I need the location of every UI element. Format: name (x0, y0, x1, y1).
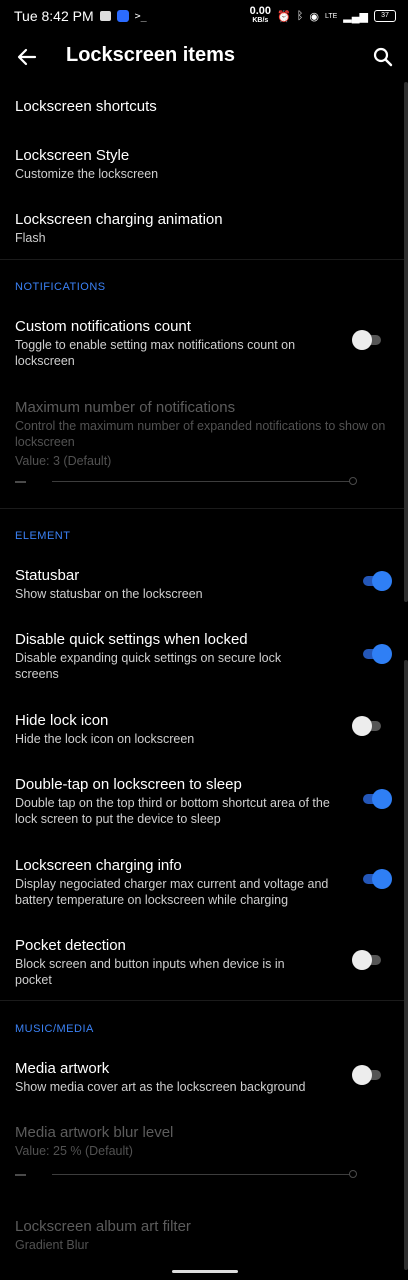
slider-thumb[interactable] (349, 477, 357, 485)
terminal-notification-icon: >_ (134, 10, 147, 22)
music-media-section-header: MUSIC/MEDIA (15, 1023, 94, 1035)
app-bar: Lockscreen items (0, 32, 408, 82)
max-notifications-item[interactable]: Maximum number of notifications Control … (15, 398, 393, 469)
app-notification-icon (116, 10, 129, 22)
pocket-detection-item[interactable]: Pocket detection Block screen and button… (15, 936, 315, 988)
section-divider (0, 1000, 408, 1001)
lockscreen-shortcuts-item[interactable]: Lockscreen shortcuts (15, 97, 380, 116)
toggle-thumb (372, 869, 392, 889)
item-title: Statusbar (15, 567, 80, 584)
section-divider (0, 508, 408, 509)
hide-lock-icon-toggle[interactable] (352, 716, 384, 736)
status-bar-left: Tue 8:42 PM >_ (14, 8, 147, 24)
album-art-filter-item[interactable]: Lockscreen album art filter Gradient Blu… (15, 1217, 380, 1253)
toggle-thumb (352, 716, 372, 736)
item-title: Lockscreen charging animation (15, 211, 223, 228)
slider-thumb[interactable] (349, 1170, 357, 1178)
charging-info-item[interactable]: Lockscreen charging info Display negocia… (15, 856, 333, 908)
item-subtitle: Customize the lockscreen (15, 167, 159, 181)
statusbar-item[interactable]: Statusbar Show statusbar on the lockscre… (15, 566, 325, 602)
item-title: Media artwork (15, 1060, 110, 1077)
item-title: Custom notifications count (15, 318, 191, 335)
arrow-left-icon (17, 48, 37, 66)
item-subtitle: Show statusbar on the lockscreen (15, 587, 203, 601)
toggle-thumb (352, 950, 372, 970)
pocket-detection-toggle[interactable] (352, 950, 384, 970)
double-tap-sleep-toggle[interactable] (360, 789, 392, 809)
hide-lock-icon-item[interactable]: Hide lock icon Hide the lock icon on loc… (15, 711, 325, 747)
network-type: LTE (324, 12, 338, 20)
item-title: Double-tap on lockscreen to sleep (15, 776, 242, 793)
toggle-thumb (372, 644, 392, 664)
custom-notifications-count-item[interactable]: Custom notifications count Toggle to ena… (15, 317, 325, 369)
item-title: Maximum number of notifications (15, 399, 236, 416)
slider-track (52, 1174, 350, 1175)
page-title: Lockscreen items (66, 44, 235, 66)
notifications-section-header: NOTIFICATIONS (15, 281, 106, 293)
toggle-thumb (352, 1065, 372, 1085)
item-title: Pocket detection (15, 937, 126, 954)
net-speed: 0.00 KB/s (249, 5, 272, 25)
item-subtitle: Toggle to enable setting max notificatio… (15, 338, 296, 368)
item-subtitle: Block screen and button inputs when devi… (15, 957, 285, 987)
item-subtitle: Gradient Blur (15, 1238, 89, 1252)
media-blur-level-item[interactable]: Media artwork blur level Value: 25 % (De… (15, 1123, 380, 1159)
charging-info-toggle[interactable] (360, 869, 392, 889)
bluetooth-icon: ᛒ (296, 10, 304, 22)
status-bar-right: 0.00 KB/s ⏰ ᛒ ◉ LTE ▂▄▆ 37 (249, 5, 396, 25)
section-divider (0, 259, 408, 260)
item-title: Disable quick settings when locked (15, 631, 248, 648)
item-title: Lockscreen charging info (15, 857, 182, 874)
item-subtitle: Display negociated charger max current a… (15, 877, 329, 907)
item-title: Media artwork blur level (15, 1124, 174, 1141)
net-speed-value: 0.00 (249, 5, 272, 17)
slider-minus (15, 481, 26, 483)
scrollbar-track-lower (404, 660, 408, 1270)
search-button[interactable] (370, 44, 396, 70)
statusbar-toggle[interactable] (360, 571, 392, 591)
item-title: Lockscreen shortcuts (15, 98, 157, 115)
toggle-thumb (372, 571, 392, 591)
search-icon (373, 47, 393, 67)
gesture-navigation-bar[interactable] (172, 1270, 238, 1273)
back-button[interactable] (14, 44, 40, 70)
double-tap-sleep-item[interactable]: Double-tap on lockscreen to sleep Double… (15, 775, 333, 827)
charging-animation-item[interactable]: Lockscreen charging animation Flash (15, 210, 380, 246)
disable-quick-settings-toggle[interactable] (360, 644, 392, 664)
element-section-header: ELEMENT (15, 530, 71, 542)
item-subtitle: Show media cover art as the lockscreen b… (15, 1080, 306, 1094)
battery-level: 37 (381, 12, 389, 19)
item-subtitle: Flash (15, 231, 46, 245)
max-notifications-slider[interactable] (15, 476, 360, 488)
item-title: Hide lock icon (15, 712, 109, 729)
battery-icon: 37 (374, 10, 396, 22)
image-notification-icon (99, 11, 111, 21)
scrollbar[interactable] (404, 82, 408, 602)
signal-icon: ▂▄▆ (343, 10, 368, 23)
alarm-icon: ⏰ (277, 10, 291, 23)
net-speed-unit: KB/s (252, 17, 269, 24)
item-subtitle: Hide the lock icon on lockscreen (15, 732, 195, 746)
media-artwork-item[interactable]: Media artwork Show media cover art as th… (15, 1059, 335, 1095)
lockscreen-style-item[interactable]: Lockscreen Style Customize the lockscree… (15, 146, 380, 182)
toggle-thumb (352, 330, 372, 350)
custom-notifications-count-toggle[interactable] (352, 330, 384, 350)
slider-track (52, 481, 350, 482)
slider-minus (15, 1174, 26, 1176)
status-time: Tue 8:42 PM (14, 8, 94, 24)
item-subtitle: Disable expanding quick settings on secu… (15, 651, 282, 681)
disable-quick-settings-item[interactable]: Disable quick settings when locked Disab… (15, 630, 325, 682)
hotspot-icon: ◉ (309, 10, 319, 23)
item-title: Lockscreen album art filter (15, 1218, 191, 1235)
status-bar: Tue 8:42 PM >_ 0.00 KB/s ⏰ ᛒ ◉ LTE ▂▄▆ 3… (0, 0, 408, 32)
item-title: Lockscreen Style (15, 147, 130, 164)
item-value: Value: 3 (Default) (15, 454, 112, 468)
media-blur-level-slider[interactable] (15, 1169, 360, 1181)
item-subtitle: Control the maximum number of expanded n… (15, 419, 386, 449)
item-value: Value: 25 % (Default) (15, 1144, 133, 1158)
item-subtitle: Double tap on the top third or bottom sh… (15, 796, 330, 826)
media-artwork-toggle[interactable] (352, 1065, 384, 1085)
toggle-thumb (372, 789, 392, 809)
